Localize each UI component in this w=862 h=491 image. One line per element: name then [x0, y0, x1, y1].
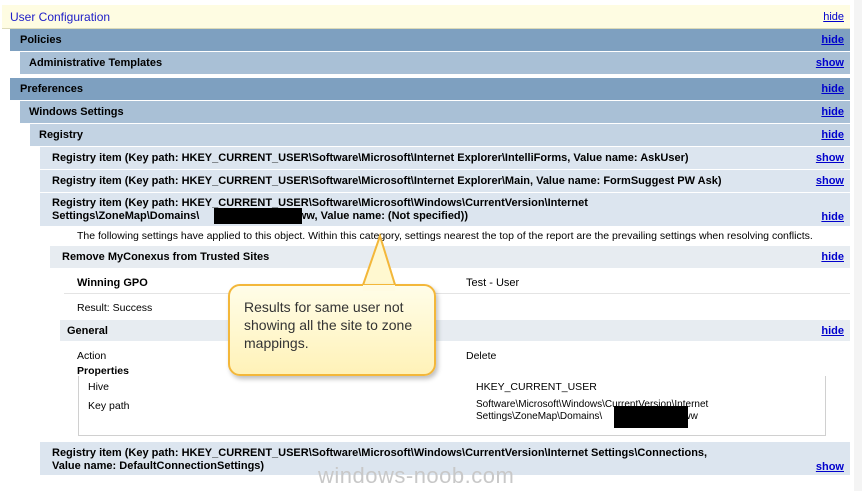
vertical-scrollbar[interactable] — [854, 0, 862, 491]
result-status: Result: Success — [77, 302, 153, 314]
registry-item-show-link[interactable]: show — [816, 461, 844, 473]
remove-section-header: Remove MyConexus from Trusted Sites hide — [50, 246, 850, 269]
windows-settings-title: Windows Settings — [29, 106, 124, 118]
hive-label: Hive — [88, 381, 110, 393]
properties-table — [78, 376, 826, 436]
registry-item-title-line1: Registry item (Key path: HKEY_CURRENT_US… — [52, 447, 708, 459]
policies-header: Policies hide — [10, 29, 850, 52]
general-title: General — [67, 324, 108, 337]
winning-gpo-label: Winning GPO — [77, 276, 148, 289]
registry-title: Registry — [39, 129, 84, 141]
general-hide-link[interactable]: hide — [821, 325, 844, 337]
user-configuration-header: User Configuration hide — [2, 5, 850, 29]
callout-text: Results for same user not showing all th… — [244, 299, 413, 351]
general-header: General hide — [60, 320, 850, 342]
user-configuration-title: User Configuration — [10, 9, 111, 24]
registry-item-show-link[interactable]: show — [816, 175, 844, 187]
action-value: Delete — [466, 350, 497, 362]
redaction-bar — [614, 406, 688, 428]
hive-value: HKEY_CURRENT_USER — [476, 381, 597, 393]
watermark-text: windows-noob.com — [318, 463, 515, 488]
winning-gpo-value: Test - User — [466, 276, 520, 289]
preferences-header: Preferences hide — [10, 78, 850, 101]
windows-settings-hide-link[interactable]: hide — [821, 106, 844, 118]
registry-item: Registry item (Key path: HKEY_CURRENT_US… — [40, 170, 850, 193]
registry-item-title-line2: Value name: DefaultConnectionSettings) — [52, 460, 265, 472]
remove-section-title: Remove MyConexus from Trusted Sites — [62, 251, 270, 263]
user-configuration-hide-link[interactable]: hide — [823, 11, 844, 23]
registry-item-title: Registry item (Key path: HKEY_CURRENT_US… — [52, 152, 689, 164]
registry-item-show-link[interactable]: show — [816, 152, 844, 164]
key-path-label: Key path — [88, 400, 130, 412]
administrative-templates-show-link[interactable]: show — [816, 57, 844, 69]
preferences-title: Preferences — [20, 83, 83, 95]
callout-bubble: Results for same user not showing all th… — [228, 284, 436, 376]
registry-header: Registry hide — [30, 124, 850, 147]
remove-section-hide-link[interactable]: hide — [821, 251, 844, 263]
administrative-templates-header: Administrative Templates show — [20, 52, 850, 75]
windows-settings-header: Windows Settings hide — [20, 101, 850, 124]
redaction-bar — [214, 208, 302, 224]
registry-item-title: Registry item (Key path: HKEY_CURRENT_US… — [52, 175, 722, 187]
administrative-templates-title: Administrative Templates — [29, 57, 163, 69]
registry-hide-link[interactable]: hide — [821, 129, 844, 141]
preferences-hide-link[interactable]: hide — [821, 83, 844, 95]
policies-hide-link[interactable]: hide — [821, 34, 844, 46]
policies-title: Policies — [20, 34, 62, 46]
precedence-note: The following settings have applied to t… — [77, 230, 813, 242]
winning-gpo-row: Winning GPO Test - User — [64, 272, 850, 294]
registry-item-hide-link[interactable]: hide — [821, 211, 844, 223]
registry-item: Registry item (Key path: HKEY_CURRENT_US… — [40, 147, 850, 170]
registry-item-expanded: Registry item (Key path: HKEY_CURRENT_US… — [40, 193, 850, 227]
registry-item-title-line1: Registry item (Key path: HKEY_CURRENT_US… — [52, 197, 588, 209]
action-label: Action — [77, 350, 107, 362]
